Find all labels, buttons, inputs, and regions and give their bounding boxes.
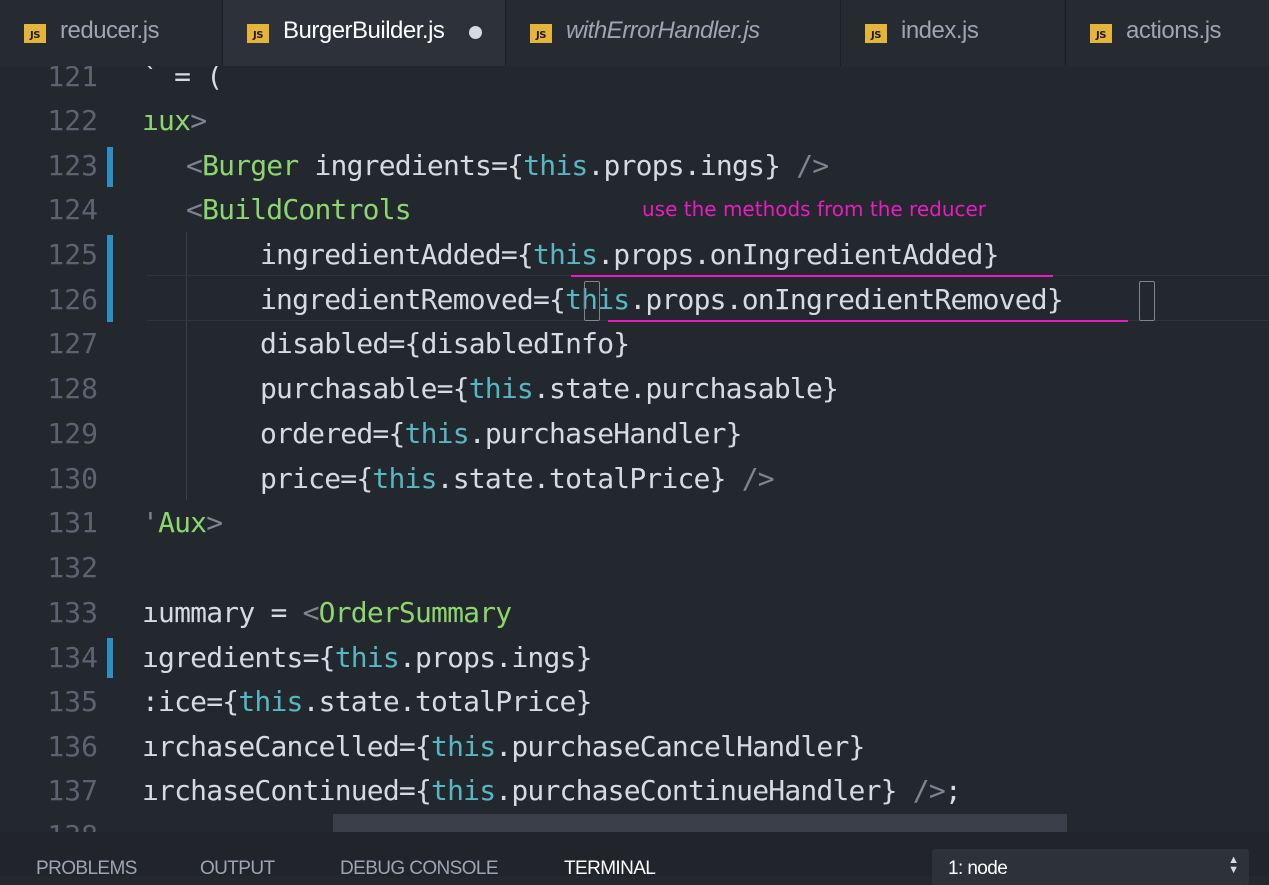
terminal-select-value: 1: node	[948, 858, 1008, 879]
line-number: 137	[47, 774, 98, 807]
tab-label: actions.js	[1126, 17, 1222, 44]
line-number: 131	[47, 506, 98, 539]
code-line: ingredientRemoved={this.props.onIngredie…	[260, 283, 1064, 316]
code-line: disabled={disabledInfo}	[260, 327, 630, 360]
js-file-icon: JS	[1090, 24, 1112, 43]
line-number: 132	[47, 551, 98, 584]
js-file-icon: JS	[24, 24, 46, 43]
tab-witherrorhandler-js[interactable]: JS withErrorHandler.js	[506, 0, 841, 66]
code-line: price={this.state.totalPrice} />	[260, 462, 775, 495]
unsaved-dot-icon[interactable]	[469, 26, 482, 39]
tab-output[interactable]: OUTPUT	[200, 858, 275, 880]
line-number: 129	[47, 417, 98, 450]
annotation-underline	[608, 320, 1128, 322]
git-modified-marker[interactable]	[107, 147, 113, 187]
editor-tab-bar: JS reducer.js JS BurgerBuilder.js JS wit…	[0, 0, 1269, 66]
line-number: 135	[47, 685, 98, 718]
line-number: 125	[47, 238, 98, 271]
code-line: purchasable={this.state.purchasable}	[260, 372, 839, 405]
js-file-icon: JS	[530, 24, 552, 43]
tab-debug-console[interactable]: DEBUG CONSOLE	[340, 858, 499, 880]
code-line: ıgredients={this.props.ings}	[142, 641, 592, 674]
select-arrows-icon: ▲ ▼	[1228, 854, 1239, 876]
git-modified-marker[interactable]	[107, 638, 113, 678]
code-line: 'Aux>	[142, 506, 223, 539]
bracket-match-highlight	[584, 281, 600, 321]
line-number: 121	[47, 66, 98, 93]
tab-label: reducer.js	[60, 17, 160, 44]
tab-reducer-js[interactable]: JS reducer.js	[0, 0, 223, 66]
code-line: ırchaseContinued={this.purchaseContinueH…	[142, 774, 962, 807]
code-line: <BuildControls	[186, 193, 412, 226]
code-line: <Burger ingredients={this.props.ings} />	[186, 149, 829, 182]
js-file-icon: JS	[865, 24, 887, 43]
line-number: 136	[47, 730, 98, 763]
tab-burgerbuilder-js[interactable]: JS BurgerBuilder.js	[223, 0, 506, 66]
terminal-select[interactable]: 1: node ▲ ▼	[932, 849, 1249, 885]
line-number: 126	[47, 283, 98, 316]
tab-actions-js[interactable]: JS actions.js	[1066, 0, 1269, 66]
code-line: ingredientAdded={this.props.onIngredient…	[260, 238, 999, 271]
line-number: 127	[47, 327, 98, 360]
line-number: 134	[47, 641, 98, 674]
code-editor[interactable]: 121 122 123 124 125 126 127 128 129 130 …	[0, 66, 1269, 832]
line-number: 122	[47, 104, 98, 137]
code-line: ıummary = <OrderSummary	[142, 596, 512, 629]
bottom-panel: PROBLEMS OUTPUT DEBUG CONSOLE TERMINAL 1…	[0, 832, 1269, 885]
tab-terminal[interactable]: TERMINAL	[564, 858, 656, 880]
tab-label: index.js	[901, 17, 979, 44]
tab-index-js[interactable]: JS index.js	[841, 0, 1066, 66]
tab-label: BurgerBuilder.js	[283, 17, 445, 44]
line-number: 123	[47, 149, 98, 182]
js-file-icon: JS	[247, 24, 269, 43]
code-line: ordered={this.purchaseHandler}	[260, 417, 743, 450]
line-number: 133	[47, 596, 98, 629]
code-line: ` = (	[142, 66, 223, 93]
code-line: :ice={this.state.totalPrice}	[142, 685, 592, 718]
tab-label: withErrorHandler.js	[566, 17, 760, 44]
bracket-match-highlight	[1139, 281, 1155, 321]
code-line: ıux>	[142, 104, 207, 137]
git-modified-marker[interactable]	[107, 235, 113, 322]
line-number: 130	[47, 462, 98, 495]
annotation-underline	[571, 275, 1053, 277]
horizontal-scrollbar[interactable]	[333, 814, 1067, 832]
indent-guide	[186, 232, 187, 500]
line-number: 128	[47, 372, 98, 405]
annotation-text: use the methods from the reducer	[642, 197, 987, 221]
code-line: ırchaseCancelled={this.purchaseCancelHan…	[142, 730, 865, 763]
line-number: 124	[47, 193, 98, 226]
tab-problems[interactable]: PROBLEMS	[36, 858, 137, 880]
line-number: 138	[0, 814, 98, 832]
